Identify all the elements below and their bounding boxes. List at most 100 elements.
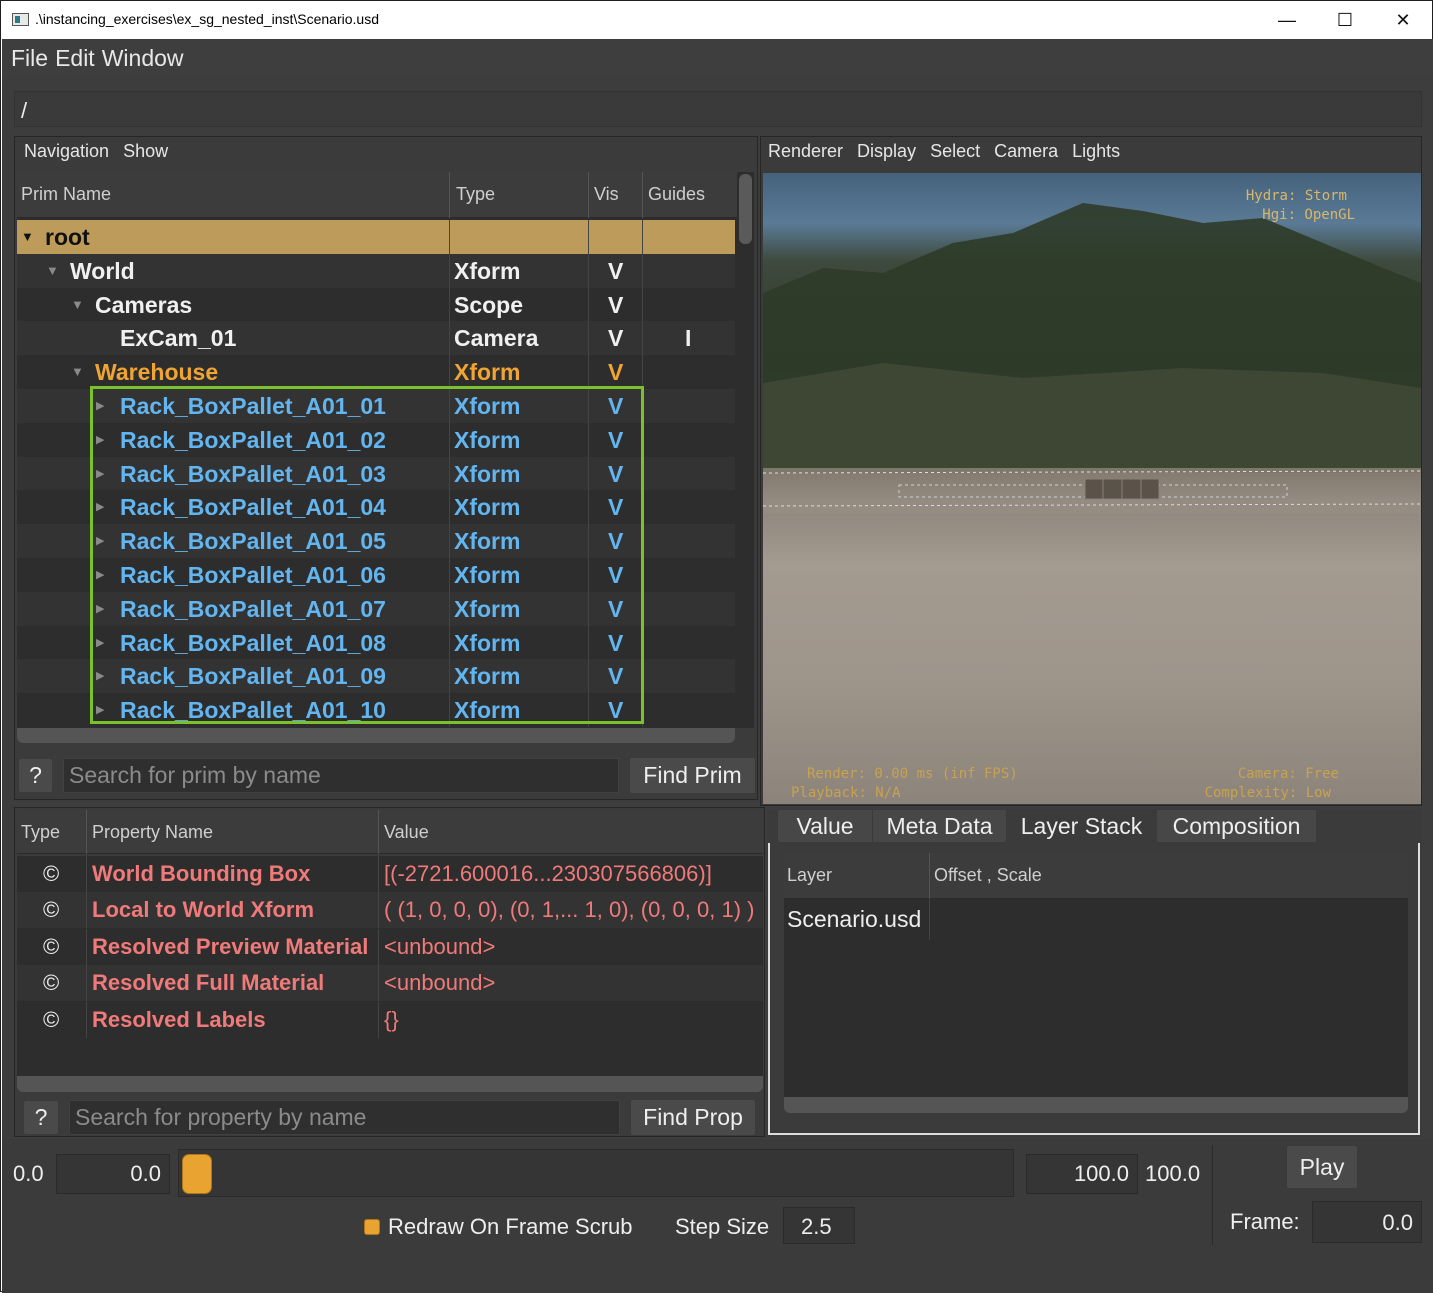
menu-window[interactable]: Window bbox=[102, 45, 184, 72]
menu-bar: File Edit Window bbox=[2, 39, 1433, 77]
col-prop-name[interactable]: Property Name bbox=[92, 822, 213, 843]
step-size-label: Step Size bbox=[675, 1214, 770, 1239]
menu-edit[interactable]: Edit bbox=[55, 45, 95, 72]
viewport-scene bbox=[763, 203, 1421, 513]
menu-show[interactable]: Show bbox=[123, 141, 168, 162]
prim-row[interactable]: ▼ Cameras Scope V bbox=[17, 287, 735, 322]
property-row[interactable]: © Resolved Full Material <unbound> bbox=[17, 965, 763, 1002]
property-row[interactable]: © World Bounding Box [(-2721.600016...2303… bbox=[17, 856, 763, 892]
tab-meta-data[interactable]: Meta Data bbox=[872, 809, 1007, 843]
property-rows: © World Bounding Box [(-2721.600016...2303… bbox=[17, 856, 763, 1056]
menu-navigation[interactable]: Navigation bbox=[24, 141, 109, 162]
property-name: Resolved Full Material bbox=[92, 970, 325, 996]
tab-layer-stack[interactable]: Layer Stack bbox=[1006, 809, 1157, 843]
tab-value[interactable]: Value bbox=[777, 809, 873, 843]
tree-scrollbar[interactable] bbox=[737, 172, 754, 728]
layer-stack-view: Layer Offset , Scale Scenario.usd bbox=[768, 843, 1420, 1135]
menu-renderer[interactable]: Renderer bbox=[768, 141, 843, 162]
col-offset-scale[interactable]: Offset , Scale bbox=[934, 865, 1042, 886]
prim-vis[interactable]: V bbox=[608, 288, 623, 322]
prop-search-help-button[interactable]: ? bbox=[23, 1100, 59, 1135]
menu-lights[interactable]: Lights bbox=[1072, 141, 1120, 162]
main-window: .\instancing_exercises\ex_sg_nested_inst… bbox=[0, 0, 1433, 1293]
property-header: Type Property Name Value bbox=[17, 810, 763, 854]
expand-down-icon[interactable]: ▼ bbox=[71, 355, 84, 389]
selection-highlight-box bbox=[90, 386, 644, 724]
app-icon bbox=[12, 13, 29, 26]
computed-property-icon: © bbox=[43, 897, 60, 923]
col-guides[interactable]: Guides bbox=[648, 184, 705, 205]
prim-name: World bbox=[70, 257, 135, 284]
property-row[interactable]: © Resolved Labels {} bbox=[17, 1001, 763, 1038]
col-prop-type[interactable]: Type bbox=[21, 822, 60, 843]
prim-vis[interactable]: V bbox=[608, 355, 623, 389]
prim-search-input[interactable]: Search for prim by name bbox=[63, 758, 619, 793]
prop-hscrollbar[interactable] bbox=[17, 1076, 763, 1092]
frame-field[interactable]: 0.0 bbox=[1312, 1201, 1422, 1243]
frame-label: Frame: bbox=[1230, 1209, 1300, 1234]
property-name: Resolved Labels bbox=[92, 1006, 266, 1032]
prim-search-help-button[interactable]: ? bbox=[18, 758, 53, 793]
find-prim-button[interactable]: Find Prim bbox=[629, 757, 756, 794]
viewport-menu: Renderer Display Select Camera Lights bbox=[768, 141, 1134, 162]
tree-hscrollbar[interactable] bbox=[17, 728, 735, 743]
find-prop-button[interactable]: Find Prop bbox=[630, 1099, 756, 1136]
frame-slider-handle[interactable] bbox=[182, 1154, 212, 1194]
usdview-app: File Edit Window / Navigation Show Prim … bbox=[2, 39, 1433, 1293]
prim-name: ExCam_01 bbox=[120, 325, 237, 352]
inspector-panel: Value Meta Data Layer Stack Composition … bbox=[767, 809, 1422, 1137]
prim-type: Scope bbox=[454, 291, 524, 318]
layer-hscrollbar[interactable] bbox=[784, 1097, 1408, 1113]
col-prop-value[interactable]: Value bbox=[384, 822, 429, 843]
minimize-button[interactable]: — bbox=[1258, 1, 1316, 39]
prim-name: Warehouse bbox=[95, 359, 219, 386]
frame-slider[interactable] bbox=[178, 1149, 1014, 1197]
prim-guides[interactable]: I bbox=[685, 321, 691, 355]
prim-path-field[interactable]: / bbox=[14, 91, 1422, 127]
title-bar[interactable]: .\instancing_exercises\ex_sg_nested_inst… bbox=[1, 1, 1432, 39]
prim-row[interactable]: ▼ Warehouse Xform V bbox=[17, 355, 735, 390]
property-value: ( (1, 0, 0, 0), (0, 1,... 1, 0), (0, 0, … bbox=[384, 897, 755, 923]
redraw-checkbox[interactable] bbox=[364, 1219, 380, 1235]
expand-down-icon[interactable]: ▼ bbox=[71, 288, 84, 322]
prim-name: Cameras bbox=[95, 291, 193, 318]
3d-viewport[interactable]: Hydra: Storm Hgi: OpenGL Render: 0.00 ms… bbox=[763, 173, 1421, 804]
timeline-end-field[interactable]: 100.0 bbox=[1026, 1154, 1138, 1194]
expand-down-icon[interactable]: ▼ bbox=[46, 254, 59, 288]
prop-search-input[interactable]: Search for property by name bbox=[69, 1100, 620, 1135]
hud-complexity: Complexity: Low bbox=[1204, 785, 1331, 801]
prim-vis[interactable]: V bbox=[608, 321, 623, 355]
prim-row[interactable]: ▼ root bbox=[17, 220, 735, 254]
play-button[interactable]: Play bbox=[1286, 1145, 1358, 1189]
window-title: .\instancing_exercises\ex_sg_nested_inst… bbox=[35, 11, 379, 27]
redraw-label: Redraw On Frame Scrub bbox=[388, 1214, 633, 1239]
property-panel: Type Property Name Value © World Bounding… bbox=[14, 807, 765, 1137]
tree-scrollbar-thumb[interactable] bbox=[739, 174, 752, 244]
menu-file[interactable]: File bbox=[11, 45, 48, 72]
timeline-start-field[interactable]: 0.0 bbox=[56, 1154, 170, 1194]
menu-display[interactable]: Display bbox=[857, 141, 916, 162]
timeline-bar: 0.0 0.0 100.0 100.0 Play Redraw On Frame… bbox=[2, 1139, 1433, 1293]
maximize-button[interactable]: ☐ bbox=[1316, 1, 1374, 39]
menu-camera[interactable]: Camera bbox=[994, 141, 1058, 162]
col-type[interactable]: Type bbox=[456, 184, 495, 205]
expand-down-icon[interactable]: ▼ bbox=[21, 220, 34, 254]
tab-composition[interactable]: Composition bbox=[1156, 809, 1317, 843]
prim-vis[interactable]: V bbox=[608, 254, 623, 288]
prim-tree-header: Prim Name Type Vis Guides bbox=[17, 172, 737, 218]
property-row[interactable]: © Resolved Preview Material <unbound> bbox=[17, 928, 763, 965]
menu-select[interactable]: Select bbox=[930, 141, 980, 162]
col-layer[interactable]: Layer bbox=[787, 865, 832, 886]
close-button[interactable]: ✕ bbox=[1374, 1, 1432, 39]
step-size-field[interactable]: 2.5 bbox=[783, 1207, 855, 1244]
prim-browser-panel: Navigation Show Prim Name Type Vis Guide… bbox=[14, 136, 758, 800]
prim-row[interactable]: ExCam_01 Camera V I bbox=[17, 321, 735, 356]
layer-stack-table: Layer Offset , Scale Scenario.usd bbox=[784, 853, 1408, 1097]
col-prim-name[interactable]: Prim Name bbox=[21, 184, 111, 205]
computed-property-icon: © bbox=[43, 933, 60, 959]
prim-row[interactable]: ▼ World Xform V bbox=[17, 253, 735, 288]
layer-stack-header: Layer Offset , Scale bbox=[784, 853, 1408, 899]
col-vis[interactable]: Vis bbox=[594, 184, 619, 205]
property-row[interactable]: © Local to World Xform ( (1, 0, 0, 0), (0,… bbox=[17, 892, 763, 929]
layer-row[interactable]: Scenario.usd bbox=[784, 900, 1408, 940]
